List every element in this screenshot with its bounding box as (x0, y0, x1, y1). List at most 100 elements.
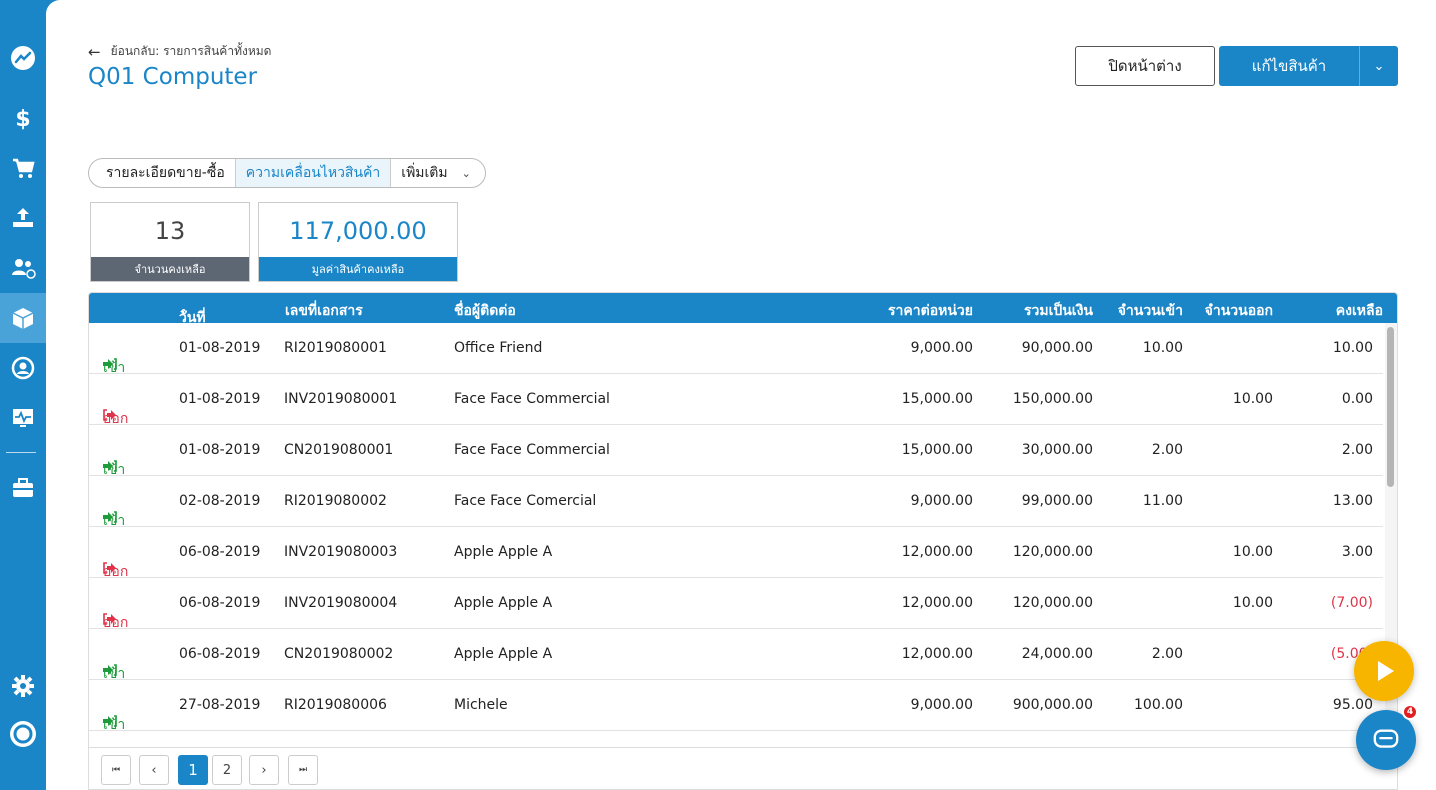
arrow-left-icon: ← (88, 42, 101, 61)
last-page-button[interactable]: ⏭ (288, 755, 318, 785)
cart-icon[interactable] (0, 146, 46, 190)
qty-out-cell: 10.00 (1232, 595, 1273, 611)
qty-out-header: จำนวนออก (1204, 303, 1273, 319)
table-row[interactable]: เข้า 02-08-2019 RI2019080002 Face Face Come… (89, 476, 1383, 529)
last-page-icon: ⏭ (298, 765, 308, 775)
stock-value-amount: 117,000.00 (289, 216, 427, 245)
unit-price-cell: 15,000.00 (901, 442, 973, 458)
balance-cell: (7.00) (1330, 595, 1373, 611)
pagination: ⏮ ‹ 1 2 › ⏭ (89, 747, 1397, 789)
balance-cell: 95.00 (1332, 697, 1373, 713)
unit-price-cell: 9,000.00 (910, 340, 973, 356)
doc-header: เลขที่เอกสาร (285, 303, 363, 319)
briefcase-icon[interactable] (0, 466, 46, 510)
table-row[interactable]: เข้า 27-08-2019 RI2019080006 Michele 9,000.0… (89, 680, 1383, 733)
brand-logo-icon[interactable] (0, 712, 46, 756)
date-cell: 01-08-2019 (179, 340, 261, 356)
qty-in-cell: 100.00 (1134, 697, 1183, 713)
page-2-button[interactable]: 2 (212, 755, 242, 785)
chevron-left-icon: ‹ (151, 762, 157, 778)
unit-price-cell: 9,000.00 (910, 493, 973, 509)
tab-bar: รายละเอียดขาย-ซื้อ ความเคลื่อนไหวสินค้า … (88, 158, 486, 188)
qty-in-cell: 11.00 (1142, 493, 1183, 509)
balance-cell: 3.00 (1341, 544, 1373, 560)
doc-link[interactable]: INV2019080003 (284, 544, 397, 560)
dashboard-icon[interactable] (0, 36, 46, 80)
play-tutorial-button[interactable] (1354, 641, 1414, 701)
unit-price-cell: 9,000.00 (910, 697, 973, 713)
scrollbar-thumb[interactable] (1387, 327, 1394, 487)
main-panel: ← ย้อนกลับ: รายการสินค้าทั้งหมด Q01 Comp… (46, 0, 1436, 790)
qty-out-cell: 10.00 (1232, 391, 1273, 407)
tab-stock-movement[interactable]: ความเคลื่อนไหวสินค้า (235, 159, 392, 187)
date-cell: 06-08-2019 (179, 595, 261, 611)
balance-cell: 0.00 (1341, 391, 1373, 407)
direction-label: เข้า (103, 717, 126, 733)
total-cell: 24,000.00 (1021, 646, 1093, 662)
table-row[interactable]: เข้า 01-08-2019 RI2019080001 Office Friend 9… (89, 323, 1383, 376)
upload-tray-icon[interactable] (0, 196, 46, 240)
edit-product-button[interactable]: แก้ไขสินค้า (1219, 46, 1359, 86)
contact-icon[interactable] (0, 346, 46, 390)
doc-link[interactable]: RI2019080001 (284, 340, 387, 356)
gear-icon[interactable] (0, 664, 46, 708)
tab-more[interactable]: เพิ่มเติม ⌄ (391, 159, 485, 187)
product-box-icon[interactable] (0, 293, 46, 343)
stock-value-label: มูลค่าสินค้าคงเหลือ (259, 257, 457, 281)
svg-text:$: $ (15, 107, 30, 131)
table-row[interactable]: ออก 01-08-2019 INV2019080001 Face Face Comm… (89, 374, 1383, 427)
qty-out-cell: 10.00 (1232, 544, 1273, 560)
table-row[interactable]: เข้า 01-08-2019 CN2019080001 Face Face Comm… (89, 425, 1383, 478)
table-header: วันที่ ^ เลขที่เอกสาร ชื่อผู้ติดต่อ ราคา… (89, 293, 1397, 326)
total-cell: 150,000.00 (1012, 391, 1093, 407)
back-link[interactable]: ← ย้อนกลับ: รายการสินค้าทั้งหมด (88, 42, 271, 61)
next-page-button[interactable]: › (249, 755, 279, 785)
page-title: Q01 Computer (88, 64, 258, 90)
tab-label: เพิ่มเติม (401, 165, 448, 181)
date-cell: 01-08-2019 (179, 442, 261, 458)
doc-link[interactable]: CN2019080002 (284, 646, 393, 662)
play-icon (1378, 661, 1394, 681)
total-header: รวมเป็นเงิน (1023, 303, 1093, 319)
first-page-button[interactable]: ⏮ (101, 755, 131, 785)
contact-cell: Apple Apple A (454, 595, 553, 611)
chevron-down-icon: ⌄ (461, 166, 471, 180)
total-cell: 120,000.00 (1012, 544, 1093, 560)
table-row[interactable]: เข้า 06-08-2019 CN2019080002 Apple Apple A1… (89, 629, 1383, 682)
balance-cell: 13.00 (1332, 493, 1373, 509)
doc-link[interactable]: CN2019080001 (284, 442, 393, 458)
close-window-button[interactable]: ปิดหน้าต่าง (1075, 46, 1215, 86)
contact-cell: Face Face Commercial (454, 442, 610, 458)
unit-price-header: ราคาต่อหน่วย (888, 303, 973, 319)
doc-link[interactable]: RI2019080006 (284, 697, 387, 713)
date-cell: 27-08-2019 (179, 697, 261, 713)
prev-page-button[interactable]: ‹ (139, 755, 169, 785)
doc-link[interactable]: INV2019080001 (284, 391, 397, 407)
unit-price-cell: 12,000.00 (901, 646, 973, 662)
sidebar: $ (0, 0, 46, 790)
doc-link[interactable]: RI2019080002 (284, 493, 387, 509)
doc-link[interactable]: INV2019080004 (284, 595, 397, 611)
unit-price-cell: 12,000.00 (901, 595, 973, 611)
back-label: ย้อนกลับ: รายการสินค้าทั้งหมด (110, 44, 272, 58)
qty-in-cell: 2.00 (1151, 442, 1183, 458)
page-number: 1 (188, 761, 198, 779)
table-row[interactable]: ออก 06-08-2019 INV2019080003 Apple Apple A1… (89, 527, 1383, 580)
unit-price-cell: 15,000.00 (901, 391, 973, 407)
total-cell: 900,000.00 (1012, 697, 1093, 713)
total-cell: 120,000.00 (1012, 595, 1093, 611)
balance-cell: 2.00 (1341, 442, 1373, 458)
date-cell: 02-08-2019 (179, 493, 261, 509)
movement-table: วันที่ ^ เลขที่เอกสาร ชื่อผู้ติดต่อ ราคา… (88, 292, 1398, 790)
contact-cell: Face Face Comercial (454, 493, 597, 509)
tab-sales-purchase[interactable]: รายละเอียดขาย-ซื้อ (89, 159, 236, 187)
users-icon[interactable] (0, 246, 46, 290)
stock-qty-card: 13 จำนวนคงเหลือ (90, 202, 250, 282)
edit-options-dropdown[interactable]: ⌄ (1359, 46, 1398, 86)
monitor-activity-icon[interactable] (0, 396, 46, 440)
contact-cell: Face Face Commercial (454, 391, 610, 407)
table-row[interactable]: ออก 06-08-2019 INV2019080004 Apple Apple A1… (89, 578, 1383, 631)
dollar-icon[interactable]: $ (0, 96, 46, 140)
stock-value-card: 117,000.00 มูลค่าสินค้าคงเหลือ (258, 202, 458, 282)
page-1-button[interactable]: 1 (178, 755, 208, 785)
